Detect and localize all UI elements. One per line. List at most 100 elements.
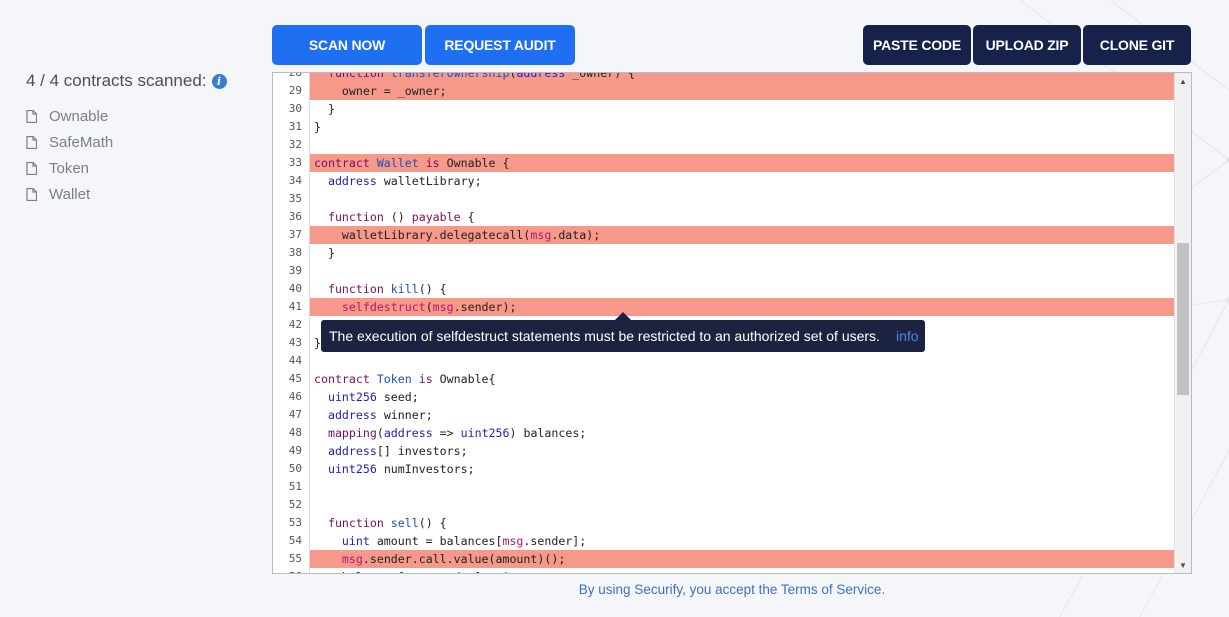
code-line[interactable]: 40 function kill() { xyxy=(273,280,1175,298)
code-token: uint xyxy=(341,534,370,548)
code-token: owner = _owner; xyxy=(314,84,447,98)
line-number: 51 xyxy=(288,480,302,493)
file-icon xyxy=(26,187,37,201)
scroll-down-arrow-icon[interactable]: ▼ xyxy=(1175,557,1191,573)
tooltip-info-link[interactable]: info xyxy=(896,328,919,344)
sidebar-file-token[interactable]: Token xyxy=(26,155,256,181)
file-name: Token xyxy=(49,159,90,177)
code-line[interactable]: 44 xyxy=(273,352,1175,370)
file-icon xyxy=(26,109,37,123)
code-line[interactable]: 46 uint256 seed; xyxy=(273,388,1175,406)
scan-status: 4 / 4 contracts scanned: i xyxy=(26,70,256,92)
line-number: 35 xyxy=(288,192,302,205)
terms-of-service-link[interactable]: Terms of Service xyxy=(781,582,882,597)
code-text: msg.sender.call.value(amount)(); xyxy=(310,550,1175,568)
code-text: address walletLibrary; xyxy=(310,172,1175,190)
code-line[interactable]: 52 xyxy=(273,496,1175,514)
clone-git-button[interactable]: CLONE GIT xyxy=(1083,25,1191,65)
line-number: 32 xyxy=(288,138,302,151)
code-line[interactable]: 38 } xyxy=(273,244,1175,262)
scroll-up-arrow-icon[interactable]: ▲ xyxy=(1175,73,1191,89)
code-line[interactable]: 45 contract Token is Ownable{ xyxy=(273,370,1175,388)
scrollbar-thumb[interactable] xyxy=(1177,243,1189,395)
line-number: 54 xyxy=(288,534,302,547)
upload-zip-button[interactable]: UPLOAD ZIP xyxy=(973,25,1081,65)
request-audit-button[interactable]: REQUEST AUDIT xyxy=(425,25,575,65)
line-number: 28 xyxy=(288,72,302,79)
paste-code-button[interactable]: PASTE CODE xyxy=(863,25,971,65)
code-line[interactable]: 34 address walletLibrary; xyxy=(273,172,1175,190)
highlighted-code-line[interactable]: 28 function transferOwnership(address _o… xyxy=(273,72,1175,82)
highlighted-code-line[interactable]: 55 msg.sender.call.value(amount)(); xyxy=(273,550,1175,568)
highlighted-code-line[interactable]: 41 selfdestruct(msg.sender); xyxy=(273,298,1175,316)
sidebar-file-safemath[interactable]: SafeMath xyxy=(26,129,256,155)
code-line[interactable]: 50 uint256 numInvestors; xyxy=(273,460,1175,478)
line-number: 44 xyxy=(288,354,302,367)
code-token: is xyxy=(418,372,433,386)
code-token: uint256 xyxy=(327,390,377,404)
code-token: () { xyxy=(418,282,447,296)
highlighted-code-line[interactable]: 33 contract Wallet is Ownable { xyxy=(273,154,1175,172)
file-name: Wallet xyxy=(49,185,91,203)
code-line[interactable]: 54 uint amount = balances[msg.sender]; xyxy=(273,532,1175,550)
editor-scrollbar[interactable]: ▲ ▼ xyxy=(1174,73,1191,573)
code-line[interactable]: 30 } xyxy=(273,100,1175,118)
code-text: uint amount = balances[msg.sender]; xyxy=(310,532,1175,550)
code-line[interactable]: 36 function () payable { xyxy=(273,208,1175,226)
code-line[interactable]: 32 xyxy=(273,136,1175,154)
terms-footer: By using Securify, you accept the Terms … xyxy=(272,582,1192,597)
code-token: uint256 xyxy=(460,426,510,440)
scan-now-button[interactable]: SCAN NOW xyxy=(272,25,422,65)
info-icon[interactable]: i xyxy=(211,73,227,89)
code-token: { xyxy=(460,210,475,224)
line-number: 30 xyxy=(288,102,302,115)
code-token: amount = balances[ xyxy=(369,534,503,548)
line-number: 38 xyxy=(288,246,302,259)
code-text: function transferOwnership(address _owne… xyxy=(310,72,1175,82)
code-line[interactable]: 53 function sell() { xyxy=(273,514,1175,532)
code-line[interactable]: 49 address[] investors; xyxy=(273,442,1175,460)
line-number: 40 xyxy=(288,282,302,295)
code-text: mapping(address => uint256) balances; xyxy=(310,424,1175,442)
code-token: Ownable { xyxy=(439,156,510,170)
code-line[interactable]: 47 address winner; xyxy=(273,406,1175,424)
code-text: uint256 numInvestors; xyxy=(310,460,1175,478)
code-line[interactable]: 31} xyxy=(273,118,1175,136)
code-line[interactable]: 51 xyxy=(273,478,1175,496)
code-line[interactable]: 56 balances[msg.sender] = 0; xyxy=(273,568,1175,573)
code-text: selfdestruct(msg.sender); xyxy=(310,298,1175,316)
code-token: balances[ xyxy=(314,570,405,573)
highlighted-code-line[interactable]: 37 walletLibrary.delegatecall(msg.data); xyxy=(273,226,1175,244)
code-token: } xyxy=(314,120,321,134)
code-token: address xyxy=(383,426,433,440)
code-text: uint256 seed; xyxy=(310,388,1175,406)
highlighted-code-line[interactable]: 29 owner = _owner; xyxy=(273,82,1175,100)
code-line[interactable]: 48 mapping(address => uint256) balances; xyxy=(273,424,1175,442)
line-number: 53 xyxy=(288,516,302,529)
sidebar-file-ownable[interactable]: Ownable xyxy=(26,103,256,129)
code-token: address xyxy=(516,72,566,80)
code-token: msg xyxy=(530,228,552,242)
sidebar-file-wallet[interactable]: Wallet xyxy=(26,181,256,207)
code-token: address xyxy=(327,408,377,422)
code-text: address[] investors; xyxy=(310,442,1175,460)
code-token: function xyxy=(327,516,384,530)
code-token: msg xyxy=(502,534,524,548)
code-token: Wallet xyxy=(376,156,419,170)
code-text: walletLibrary.delegatecall(msg.data); xyxy=(310,226,1175,244)
code-line[interactable]: 35 xyxy=(273,190,1175,208)
code-line[interactable]: 39 xyxy=(273,262,1175,280)
code-token: [] investors; xyxy=(376,444,468,458)
